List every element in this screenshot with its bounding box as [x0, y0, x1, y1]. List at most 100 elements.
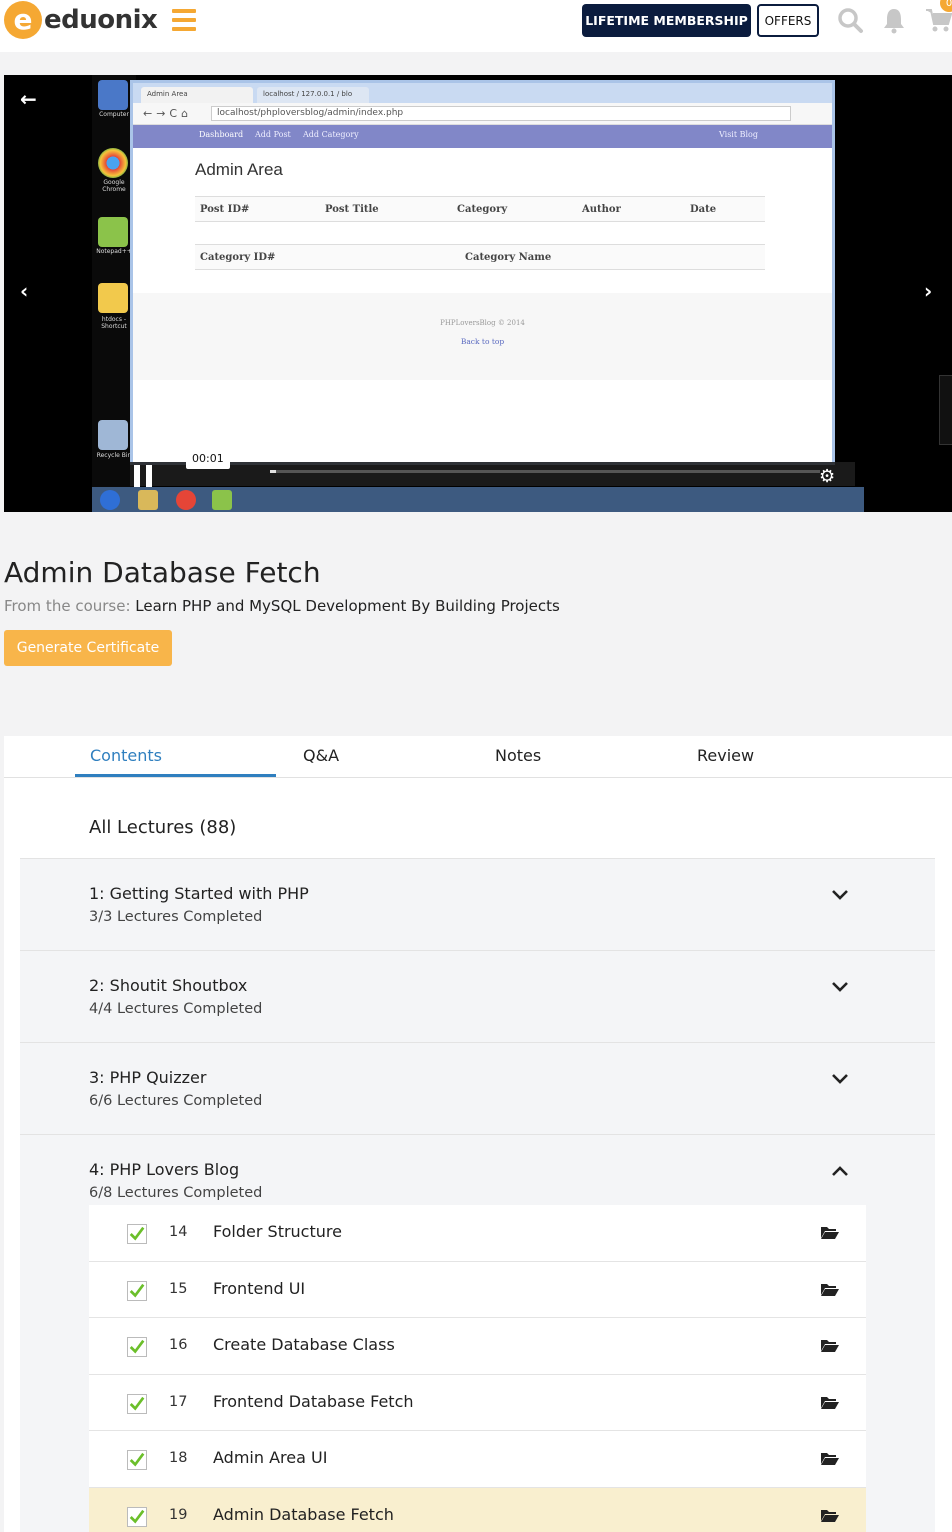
col-date: Date [690, 204, 717, 215]
folder-open-icon[interactable] [821, 1225, 839, 1239]
folder-open-icon[interactable] [821, 1451, 839, 1465]
timecode-tooltip: 00:01 [186, 449, 230, 469]
folder-open-icon[interactable] [821, 1282, 839, 1296]
browser-window: Admin Area localhost / 127.0.0.1 / blo ←… [130, 80, 835, 465]
section-title: 4: PHP Lovers Blog [89, 1160, 240, 1179]
video-player[interactable]: Computer Google Chrome Notepad++ htdocs … [4, 75, 952, 512]
list-item[interactable]: 17 Frontend Database Fetch [89, 1374, 866, 1431]
section-header[interactable]: 4: PHP Lovers Blog 6/8 Lectures Complete… [20, 1134, 935, 1214]
chevron-down-icon[interactable] [830, 977, 850, 997]
admin-footer: PHPLoversBlog © 2014 Back to top [133, 293, 832, 380]
chevron-down-icon[interactable] [830, 885, 850, 905]
completed-check-icon [127, 1337, 147, 1357]
col-category: Category [457, 204, 508, 215]
admin-copyright: PHPLoversBlog © 2014 [440, 319, 525, 327]
notepad-icon [98, 217, 128, 247]
lecture-title: Admin Database Fetch [213, 1504, 394, 1524]
lecture-number: 19 [169, 1506, 188, 1523]
top-header: e eduonix LIFETIME MEMBERSHIP OFFERS 0 [0, 0, 952, 52]
fullscreen-edge-control[interactable] [939, 375, 952, 445]
chevron-right-icon[interactable]: › [924, 279, 932, 303]
all-lectures-heading: All Lectures (88) [89, 817, 237, 838]
tab-contents[interactable]: Contents [90, 746, 162, 765]
section-title: 2: Shoutit Shoutbox [89, 976, 248, 995]
admin-heading: Admin Area [195, 160, 283, 179]
folder-open-icon[interactable] [821, 1508, 839, 1522]
chevron-down-icon[interactable] [830, 1069, 850, 1089]
progress-track[interactable] [270, 470, 820, 473]
nav-add-post: Add Post [255, 130, 291, 139]
list-item[interactable]: 18 Admin Area UI [89, 1431, 866, 1488]
completed-check-icon [127, 1393, 147, 1414]
windows-taskbar [92, 487, 864, 512]
back-arrow-icon[interactable]: ← [20, 87, 37, 111]
admin-back-to-top: Back to top [460, 337, 505, 346]
section-progress: 3/3 Lectures Completed [89, 909, 263, 925]
recycle-bin-icon [98, 420, 128, 450]
tab-qa[interactable]: Q&A [303, 746, 339, 765]
categories-table-header: Category ID# Category Name [195, 244, 765, 270]
start-icon [100, 490, 120, 510]
lecture-title: Folder Structure [213, 1222, 342, 1241]
lecture-title: Frontend Database Fetch [213, 1391, 414, 1411]
generate-certificate-button[interactable]: Generate Certificate [4, 630, 172, 666]
current-lecture-item[interactable]: 19 Admin Database Fetch [89, 1487, 866, 1532]
menu-icon[interactable] [172, 9, 196, 31]
course-name-link[interactable]: Learn PHP and MySQL Development By Build… [135, 597, 560, 615]
tab-bar: Contents Q&A Notes Review [4, 736, 952, 778]
tab-review[interactable]: Review [697, 746, 754, 765]
nav-add-category: Add Category [303, 130, 359, 139]
eduonix-logo[interactable]: e eduonix [4, 0, 158, 40]
search-icon[interactable] [836, 6, 864, 34]
sections-list: 1: Getting Started with PHP 3/3 Lectures… [20, 858, 935, 1532]
blog-admin-nav: Dashboard Add Post Add Category Visit Bl… [133, 125, 832, 148]
section-header[interactable]: 2: Shoutit Shoutbox 4/4 Lectures Complet… [20, 950, 935, 1042]
offers-button[interactable]: OFFERS [757, 4, 819, 37]
lecture-number: 14 [169, 1224, 188, 1240]
lecture-title: Frontend UI [213, 1278, 306, 1298]
notepad-taskbar-icon [212, 490, 232, 510]
completed-check-icon [127, 1450, 147, 1470]
course-tabs-panel: Contents Q&A Notes Review All Lectures (… [4, 736, 952, 1532]
section-header[interactable]: 3: PHP Quizzer 6/6 Lectures Completed [20, 1042, 935, 1134]
lesson-title: Admin Database Fetch [4, 556, 321, 589]
folder-open-icon[interactable] [821, 1338, 839, 1352]
logo-wordmark: eduonix [44, 5, 158, 35]
col-category-id: Category ID# [200, 252, 276, 263]
section-header[interactable]: 1: Getting Started with PHP 3/3 Lectures… [20, 858, 935, 950]
browser-tab-admin: Admin Area [141, 87, 253, 103]
section-progress: 6/6 Lectures Completed [89, 1093, 263, 1109]
nav-visit-blog: Visit Blog [719, 130, 758, 139]
browser-toolbar: ←→C⌂ localhost/phploversblog/admin/index… [133, 103, 832, 125]
logo-mark: e [4, 1, 42, 39]
section-title: 3: PHP Quizzer [89, 1068, 207, 1087]
col-author: Author [582, 204, 621, 215]
posts-table-header: Post ID# Post Title Category Author Date [195, 196, 765, 222]
completed-check-icon [127, 1280, 147, 1301]
progress-fill [270, 470, 276, 473]
gear-icon[interactable]: ⚙ [819, 468, 835, 486]
folder-open-icon[interactable] [821, 1395, 839, 1409]
list-item[interactable]: 16 Create Database Class [89, 1318, 866, 1375]
folder-shortcut-icon [98, 283, 128, 313]
lecture-title: Admin Area UI [213, 1448, 328, 1467]
nav-dashboard: Dashboard [199, 130, 244, 139]
browser-tabstrip: Admin Area localhost / 127.0.0.1 / blo [133, 83, 832, 103]
explorer-icon [138, 490, 158, 510]
list-item[interactable]: 15 Frontend UI [89, 1261, 866, 1318]
browser-tab-phpmyadmin: localhost / 127.0.0.1 / blo [257, 87, 369, 103]
list-item[interactable]: 14 Folder Structure [89, 1205, 866, 1262]
section-title: 1: Getting Started with PHP [89, 884, 309, 903]
lifetime-membership-button[interactable]: LIFETIME MEMBERSHIP [582, 4, 751, 37]
chrome-taskbar-icon [176, 490, 196, 510]
col-category-name: Category Name [465, 252, 552, 263]
computer-icon [98, 80, 128, 110]
pause-icon[interactable] [132, 465, 156, 487]
bell-icon[interactable] [880, 6, 908, 34]
col-post-id: Post ID# [200, 204, 250, 215]
tab-notes[interactable]: Notes [495, 746, 541, 765]
chevron-left-icon[interactable]: ‹ [20, 279, 28, 303]
chevron-up-icon[interactable] [830, 1161, 850, 1181]
lecture-number: 17 [169, 1393, 188, 1410]
active-tab-indicator [75, 774, 276, 777]
